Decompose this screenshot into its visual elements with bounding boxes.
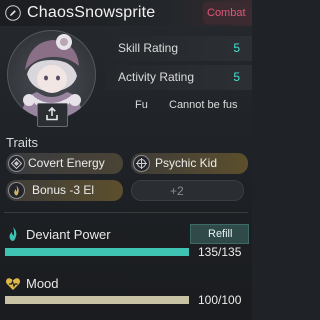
refill-button[interactable]: Refill — [190, 224, 249, 244]
more-traits-count: +2 — [170, 184, 184, 198]
fuse-status: Cannot be fus — [169, 99, 238, 111]
mood-track — [5, 296, 189, 304]
fuse-row: Fu Cannot be fus — [105, 92, 252, 118]
pencil-icon[interactable] — [5, 5, 21, 21]
traits-title: Traits — [6, 135, 39, 150]
fuse-key: Fu — [135, 99, 148, 111]
share-upload-icon — [46, 107, 58, 121]
deviant-power-value: 135/135 — [198, 245, 242, 259]
mood-fill — [5, 296, 189, 304]
trait-covert-energy[interactable]: Covert Energy — [6, 153, 123, 174]
mood-value: 100/100 — [198, 293, 242, 307]
trait-psychic-kid[interactable]: Psychic Kid — [131, 153, 248, 174]
tab-combat[interactable]: Combat — [203, 2, 252, 24]
tab-combat-label: Combat — [207, 7, 246, 19]
activity-rating-row: Activity Rating 5 — [105, 65, 252, 90]
mood-label: Mood — [26, 276, 59, 291]
trait-bonus[interactable]: Bonus -3 El — [6, 180, 123, 201]
heart-icon — [6, 278, 20, 290]
share-button[interactable] — [37, 103, 68, 127]
diamond-icon — [8, 155, 25, 172]
skill-rating-label: Skill Rating — [118, 41, 179, 55]
skill-rating-row: Skill Rating 5 — [105, 36, 252, 61]
deviant-power-track — [5, 248, 189, 256]
flame-icon — [8, 182, 25, 199]
divider — [4, 212, 248, 213]
deviant-power-fill — [5, 248, 189, 256]
header-bar: ChaosSnowsprite Combat — [0, 0, 252, 26]
trait-label: Covert Energy — [28, 156, 105, 170]
trait-label: Bonus -3 El — [32, 183, 95, 197]
refill-label: Refill — [208, 228, 233, 240]
flame-icon — [9, 227, 17, 241]
skill-rating-value: 5 — [233, 41, 240, 55]
character-name: ChaosSnowsprite — [27, 4, 156, 21]
character-panel: ChaosSnowsprite Combat Skill Rating 5 Ac… — [0, 0, 252, 320]
more-traits-button[interactable]: +2 — [131, 180, 244, 201]
deviant-power-label: Deviant Power — [26, 227, 111, 242]
activity-rating-label: Activity Rating — [118, 70, 195, 84]
trait-label: Psychic Kid — [155, 156, 218, 170]
activity-rating-value: 5 — [233, 70, 240, 84]
crosshair-icon — [133, 155, 150, 172]
